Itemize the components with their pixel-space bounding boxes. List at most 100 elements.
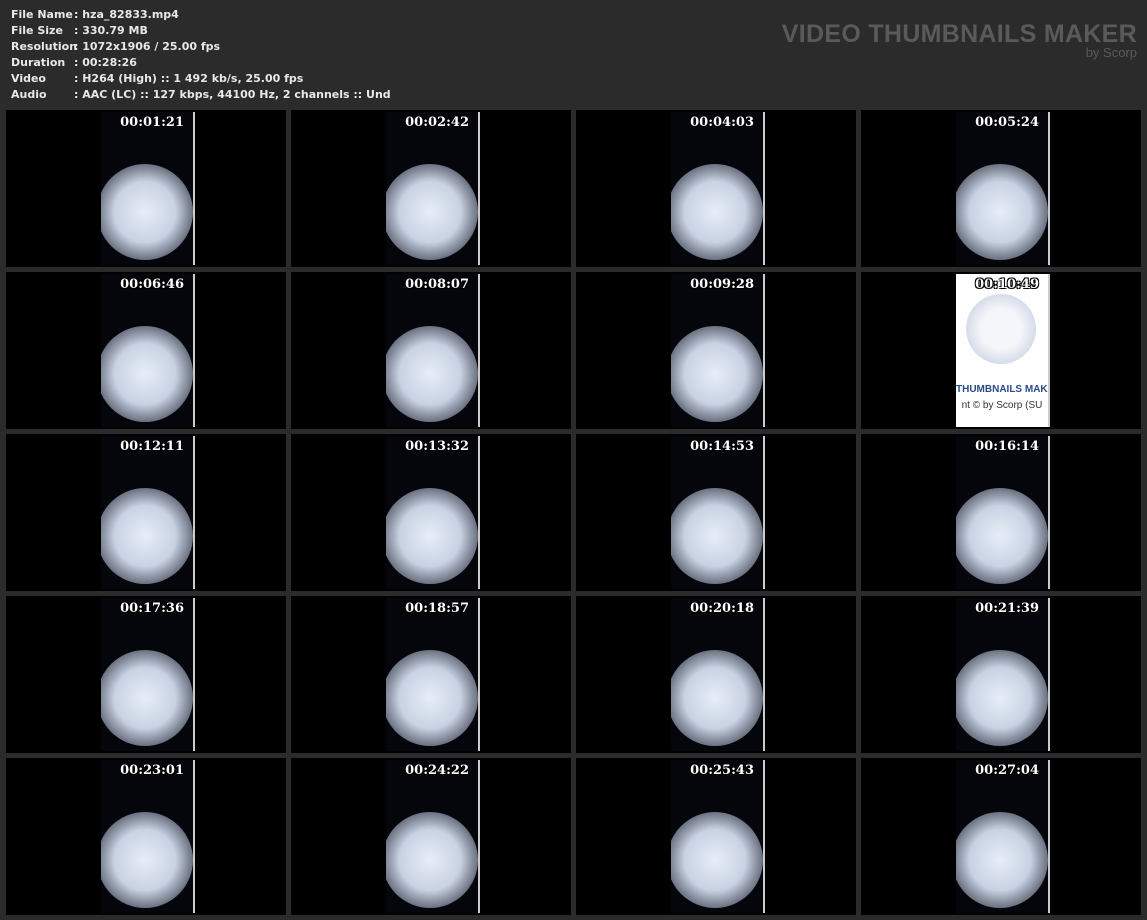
video-frame	[101, 760, 195, 913]
timestamp: 00:02:42	[405, 115, 469, 130]
thumbnail[interactable]: 00:17:36	[6, 596, 286, 753]
timestamp: 00:25:43	[690, 763, 754, 778]
video-frame	[101, 112, 195, 265]
frame-image	[956, 164, 1048, 260]
frame-image	[101, 812, 193, 908]
video-frame	[101, 274, 195, 427]
timestamp: 00:06:46	[120, 277, 184, 292]
thumbnail[interactable]: 00:13:32	[291, 434, 571, 591]
owl-logo-icon	[966, 294, 1036, 364]
info-value: : 1072x1906 / 25.00 fps	[74, 40, 221, 53]
thumbnail[interactable]: 00:16:14	[861, 434, 1141, 591]
file-info: File Name: hza_82833.mp4 File Size: 330.7…	[11, 7, 391, 103]
video-frame	[956, 112, 1050, 265]
thumbnail[interactable]: 00:27:04	[861, 758, 1141, 915]
timestamp: 00:24:22	[405, 763, 469, 778]
frame-image	[956, 488, 1048, 584]
frame-image	[671, 488, 763, 584]
frame-image	[671, 326, 763, 422]
video-frame	[386, 274, 480, 427]
frame-image	[386, 488, 478, 584]
info-value: : hza_82833.mp4	[74, 8, 179, 21]
info-row: Resolution: 1072x1906 / 25.00 fps	[11, 39, 391, 55]
brand: VIDEO THUMBNAILS MAKER by Scorp	[782, 20, 1137, 60]
brand-title: VIDEO THUMBNAILS MAKER	[781, 20, 1137, 48]
video-frame	[386, 436, 480, 589]
thumbnail[interactable]: 00:05:24	[861, 110, 1141, 267]
thumbnail[interactable]: 00:04:03	[576, 110, 856, 267]
timestamp: 00:01:21	[120, 115, 184, 130]
frame-image	[956, 812, 1048, 908]
info-row: Video : H264 (High) :: 1 492 kb/s, 25.00 …	[11, 71, 391, 87]
frame-image	[386, 326, 478, 422]
frame-image	[671, 812, 763, 908]
video-frame	[956, 598, 1050, 751]
thumbnail[interactable]: 00:20:18	[576, 596, 856, 753]
info-value: : H264 (High) :: 1 492 kb/s, 25.00 fps	[74, 72, 304, 85]
info-label: Audio	[11, 88, 47, 101]
video-frame	[101, 436, 195, 589]
program-logo-frame: THUMBNAILS MAKER 8 nt © by Scorp (SU	[956, 274, 1050, 427]
thumbnail[interactable]: THUMBNAILS MAKER 8 nt © by Scorp (SU 00:10…	[861, 272, 1141, 429]
info-row: Audio : AAC (LC) :: 127 kbps, 44100 Hz, 2…	[11, 87, 391, 103]
info-label: File Name	[11, 8, 73, 21]
info-label: Duration	[11, 56, 66, 69]
frame-image	[386, 812, 478, 908]
video-frame	[386, 598, 480, 751]
timestamp: 00:10:49	[975, 277, 1039, 292]
info-label: File Size	[11, 24, 63, 37]
info-label: Video	[11, 72, 46, 85]
frame-image	[101, 326, 193, 422]
frame-image	[671, 650, 763, 746]
info-label: Resolution	[11, 40, 78, 53]
thumbnail[interactable]: 00:18:57	[291, 596, 571, 753]
thumbnail-grid: 00:01:21 00:02:42 00:04:03 00:05:24 00:06:46…	[6, 110, 1141, 915]
frame-image	[386, 164, 478, 260]
timestamp: 00:12:11	[120, 439, 184, 454]
video-frame	[956, 760, 1050, 913]
thumbnail[interactable]: 00:14:53	[576, 434, 856, 591]
thumbnail[interactable]: 00:23:01	[6, 758, 286, 915]
timestamp: 00:20:18	[690, 601, 754, 616]
video-frame	[101, 598, 195, 751]
timestamp: 00:08:07	[405, 277, 469, 292]
thumbnail[interactable]: 00:06:46	[6, 272, 286, 429]
thumbnail[interactable]: 00:12:11	[6, 434, 286, 591]
timestamp: 00:09:28	[690, 277, 754, 292]
thumbnail[interactable]: 00:01:21	[6, 110, 286, 267]
logo-text: THUMBNAILS MAKER 8	[956, 384, 1048, 395]
logo-text: nt © by Scorp (SU	[961, 400, 1043, 411]
info-value: : AAC (LC) :: 127 kbps, 44100 Hz, 2 chan…	[74, 88, 391, 101]
timestamp: 00:13:32	[405, 439, 469, 454]
frame-image	[386, 650, 478, 746]
timestamp: 00:27:04	[975, 763, 1039, 778]
timestamp: 00:21:39	[975, 601, 1039, 616]
frame-image	[101, 164, 193, 260]
thumbnail[interactable]: 00:24:22	[291, 758, 571, 915]
timestamp: 00:23:01	[120, 763, 184, 778]
video-frame	[671, 436, 765, 589]
info-value: : 00:28:26	[74, 56, 137, 69]
video-frame	[671, 112, 765, 265]
thumbnail[interactable]: 00:08:07	[291, 272, 571, 429]
timestamp: 00:16:14	[975, 439, 1039, 454]
video-frame	[671, 598, 765, 751]
thumbnail[interactable]: 00:21:39	[861, 596, 1141, 753]
frame-image	[956, 650, 1048, 746]
thumbnail[interactable]: 00:09:28	[576, 272, 856, 429]
timestamp: 00:18:57	[405, 601, 469, 616]
timestamp: 00:14:53	[690, 439, 754, 454]
timestamp: 00:04:03	[690, 115, 754, 130]
thumbnail[interactable]: 00:02:42	[291, 110, 571, 267]
frame-image	[101, 488, 193, 584]
frame-image	[101, 650, 193, 746]
info-value: : 330.79 MB	[74, 24, 148, 37]
info-row: File Size : 330.79 MB	[11, 23, 391, 39]
info-row: File Name: hza_82833.mp4	[11, 7, 391, 23]
frame-image	[671, 164, 763, 260]
timestamp: 00:05:24	[975, 115, 1039, 130]
video-frame	[671, 760, 765, 913]
video-frame	[386, 760, 480, 913]
video-frame	[671, 274, 765, 427]
thumbnail[interactable]: 00:25:43	[576, 758, 856, 915]
